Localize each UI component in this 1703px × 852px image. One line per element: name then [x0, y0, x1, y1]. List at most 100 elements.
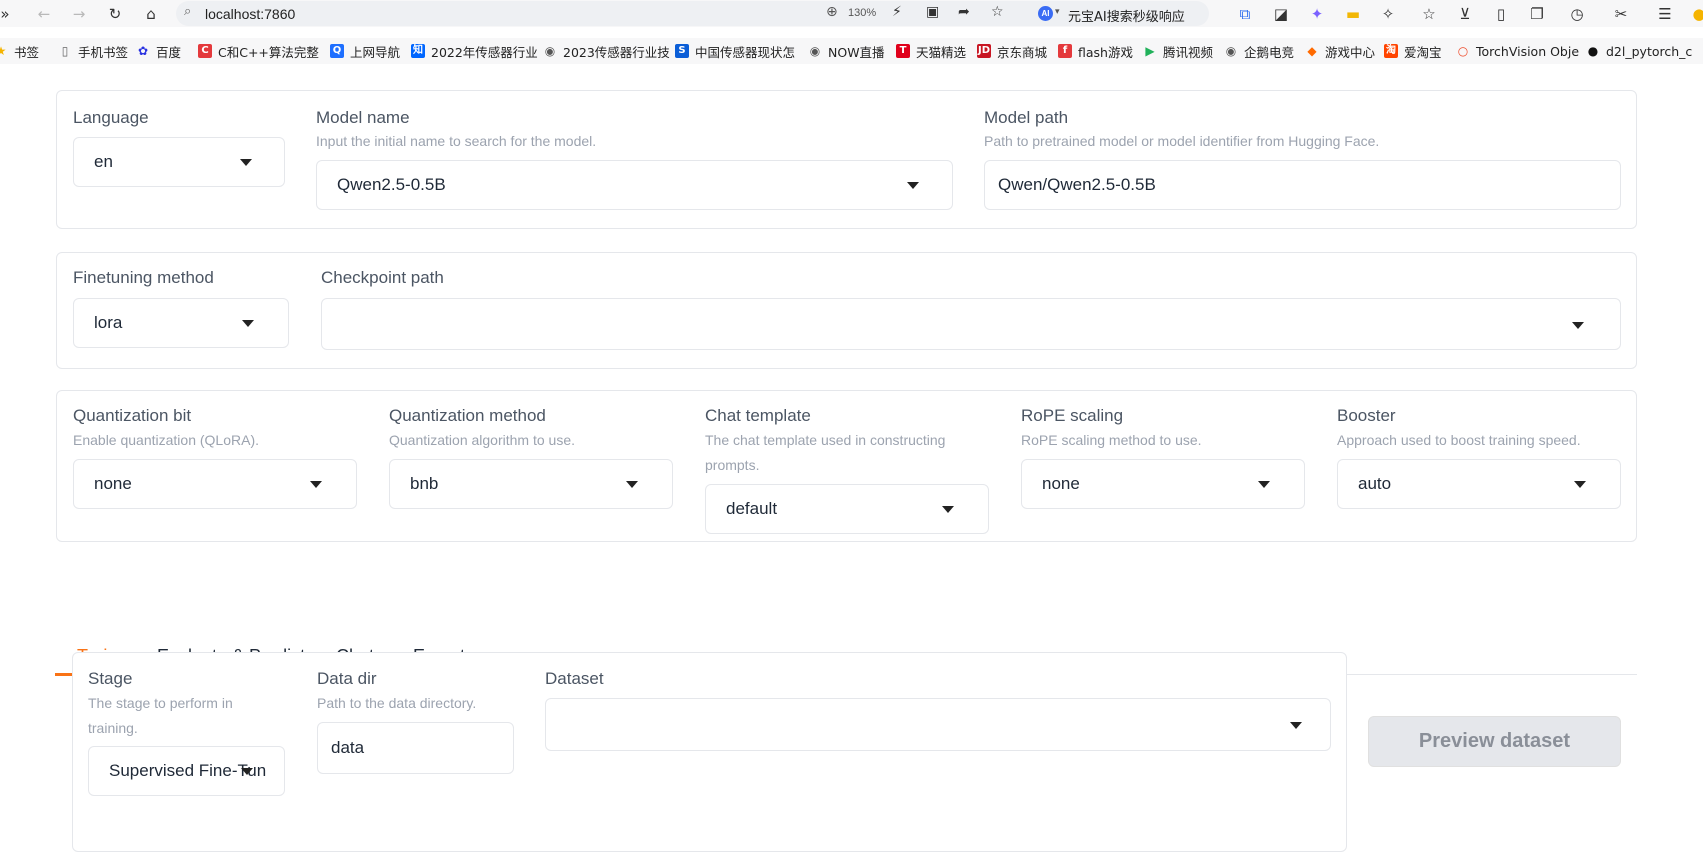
- checkpoint-path-dropdown[interactable]: [321, 298, 1621, 350]
- bookmark-label: 书签: [14, 44, 40, 60]
- rope-scaling-info: RoPE scaling method to use.: [1021, 432, 1202, 448]
- flash-icon: f: [1058, 44, 1072, 58]
- bookmark-item[interactable]: ◆ 游戏中心: [1305, 41, 1375, 61]
- translate-icon[interactable]: ⧉: [1234, 3, 1256, 25]
- bookmark-item[interactable]: 知 2022年传感器行业: [411, 41, 538, 61]
- language-dropdown[interactable]: en: [73, 137, 285, 187]
- screenshot-icon[interactable]: ▣: [926, 4, 939, 20]
- finetuning-method-dropdown[interactable]: lora: [73, 298, 289, 348]
- bookmark-item[interactable]: ◉ NOW直播: [808, 41, 885, 61]
- chevron-down-icon: [242, 320, 254, 327]
- chevron-down-icon: [240, 159, 252, 166]
- extension-black-icon[interactable]: ◪: [1270, 3, 1292, 25]
- bookmark-item[interactable]: Q 上网导航: [330, 41, 400, 61]
- preview-dataset-button[interactable]: Preview dataset: [1368, 716, 1621, 767]
- language-value: en: [94, 152, 113, 171]
- bookmark-star-icon[interactable]: ☆: [991, 4, 1004, 20]
- reload-icon[interactable]: ↻: [104, 3, 126, 25]
- tools-icon[interactable]: ✂: [1610, 3, 1632, 25]
- forward-icon[interactable]: →: [68, 3, 90, 25]
- bookmark-label: 2022年传感器行业: [431, 44, 538, 60]
- sparkle-icon[interactable]: ✦: [1306, 3, 1328, 25]
- bookmark-item[interactable]: C C和C++算法完整: [198, 41, 319, 61]
- chat-template-dropdown[interactable]: default: [705, 484, 989, 534]
- train-panel: Stage The stage to perform in training. …: [72, 652, 1347, 852]
- chevron-down-icon: [1574, 481, 1586, 488]
- model-name-info: Input the initial name to search for the…: [316, 133, 597, 149]
- model-path-value: Qwen/Qwen2.5-0.5B: [998, 175, 1156, 194]
- star-icon: ★: [0, 44, 7, 58]
- stage-info-line1: The stage to perform in: [88, 695, 233, 711]
- ai-assistant-icon[interactable]: AI: [1038, 6, 1053, 21]
- address-bar[interactable]: ⌕ localhost:7860 ⊕ 130% ⚡ ▣ ➦ ☆ AI ▾ 元宝A…: [176, 1, 1209, 26]
- jd-icon: JD: [977, 44, 991, 58]
- collections-icon[interactable]: ❐: [1526, 3, 1548, 25]
- favorites-icon[interactable]: ☆: [1418, 3, 1440, 25]
- ai-dropdown-caret-icon[interactable]: ▾: [1055, 6, 1060, 17]
- dataset-dropdown[interactable]: [545, 698, 1331, 751]
- checkpoint-path-label: Checkpoint path: [321, 268, 444, 287]
- zoom-icon[interactable]: ⊕: [826, 4, 838, 20]
- bookmark-item[interactable]: ○ TorchVision Obje: [1456, 41, 1579, 61]
- sidebar-toggle-icon[interactable]: »: [0, 3, 16, 25]
- ai-search-link[interactable]: 元宝AI搜索秒级响应: [1068, 6, 1185, 25]
- share-icon[interactable]: ➦: [958, 4, 970, 20]
- bookmark-item[interactable]: 淘爱淘宝: [1384, 41, 1442, 61]
- globe-icon: ◉: [1225, 44, 1237, 58]
- chat-template-info-line2: prompts.: [705, 457, 760, 473]
- history-icon[interactable]: ◷: [1566, 3, 1588, 25]
- bookmark-label: d2l_pytorch_c: [1606, 43, 1693, 59]
- bookmarks-bar: ★ 书签 ▯ 手机书签 ✿ 百度 C C和C++算法完整 Q 上网导航知 2022年传感器行业 ◉ 20…: [0, 38, 1703, 64]
- bookmark-item[interactable]: ◉ 2023传感器行业技: [543, 41, 670, 61]
- bookmark-item[interactable]: JD 京东商城: [977, 41, 1047, 61]
- github-icon: ●: [1587, 44, 1599, 58]
- quantization-method-dropdown[interactable]: bnb: [389, 459, 673, 509]
- back-icon[interactable]: ←: [33, 3, 55, 25]
- download-icon[interactable]: ⊻: [1454, 3, 1476, 25]
- quantization-bit-dropdown[interactable]: none: [73, 459, 357, 509]
- booster-dropdown[interactable]: auto: [1337, 459, 1621, 509]
- bookmark-item[interactable]: ★ 书签: [0, 41, 39, 61]
- chevron-down-icon: [942, 506, 954, 513]
- home-icon[interactable]: ⌂: [140, 3, 162, 25]
- bookmark-item[interactable]: S 中国传感器现状怎: [675, 41, 795, 61]
- rope-scaling-dropdown[interactable]: none: [1021, 459, 1305, 509]
- lightning-icon[interactable]: ⚡: [892, 4, 902, 20]
- bookmark-item[interactable]: ▯ 手机书签: [58, 41, 128, 61]
- data-dir-info: Path to the data directory.: [317, 695, 477, 711]
- bookmark-item[interactable]: ✿ 百度: [136, 41, 181, 61]
- bookmark-item[interactable]: ● d2l_pytorch_c: [1586, 41, 1693, 61]
- bookmark-label: 腾讯视频: [1163, 44, 1214, 60]
- bookmark-label: 百度: [156, 44, 182, 60]
- tmall-icon: T: [896, 44, 910, 58]
- profile-icon[interactable]: ●: [1688, 3, 1703, 25]
- folder-icon[interactable]: ▬: [1342, 3, 1364, 25]
- bookmark-item[interactable]: ▶ 腾讯视频: [1143, 41, 1213, 61]
- model-path-input[interactable]: Qwen/Qwen2.5-0.5B: [984, 160, 1621, 210]
- play-icon: ▶: [1145, 44, 1155, 58]
- browser-toolbar: » ← → ↻ ⌂ ⌕ localhost:7860 ⊕ 130% ⚡ ▣ ➦ …: [0, 0, 1703, 27]
- stage-dropdown[interactable]: Supervised Fine-Tun: [88, 746, 285, 796]
- booster-info: Approach used to boost training speed.: [1337, 432, 1581, 448]
- menu-icon[interactable]: ☰: [1654, 3, 1676, 25]
- bookmark-label: 游戏中心: [1325, 44, 1376, 60]
- model-path-label: Model path: [984, 108, 1069, 127]
- quantization-method-info: Quantization algorithm to use.: [389, 432, 575, 448]
- finetuning-method-value: lora: [94, 313, 123, 332]
- bookmark-item[interactable]: ◉ 企鹅电竞: [1224, 41, 1294, 61]
- data-dir-input[interactable]: data: [317, 722, 514, 774]
- model-name-dropdown[interactable]: Qwen2.5-0.5B: [316, 160, 953, 210]
- url-text[interactable]: localhost:7860: [205, 6, 295, 22]
- stage-info-line2: training.: [88, 720, 138, 736]
- phone-sync-icon[interactable]: ▯: [1490, 3, 1512, 25]
- bookmark-item[interactable]: f flash游戏: [1058, 41, 1133, 61]
- extensions-puzzle-icon[interactable]: ✧: [1377, 3, 1399, 25]
- bookmark-label: flash游戏: [1078, 44, 1133, 60]
- quantization-bit-value: none: [94, 474, 132, 493]
- chevron-down-icon: [1258, 481, 1270, 488]
- rope-scaling-value: none: [1042, 474, 1080, 493]
- data-dir-label: Data dir: [317, 669, 377, 688]
- data-dir-value: data: [331, 738, 365, 757]
- bookmark-item[interactable]: T 天猫精选: [896, 41, 966, 61]
- chat-template-value: default: [726, 499, 778, 518]
